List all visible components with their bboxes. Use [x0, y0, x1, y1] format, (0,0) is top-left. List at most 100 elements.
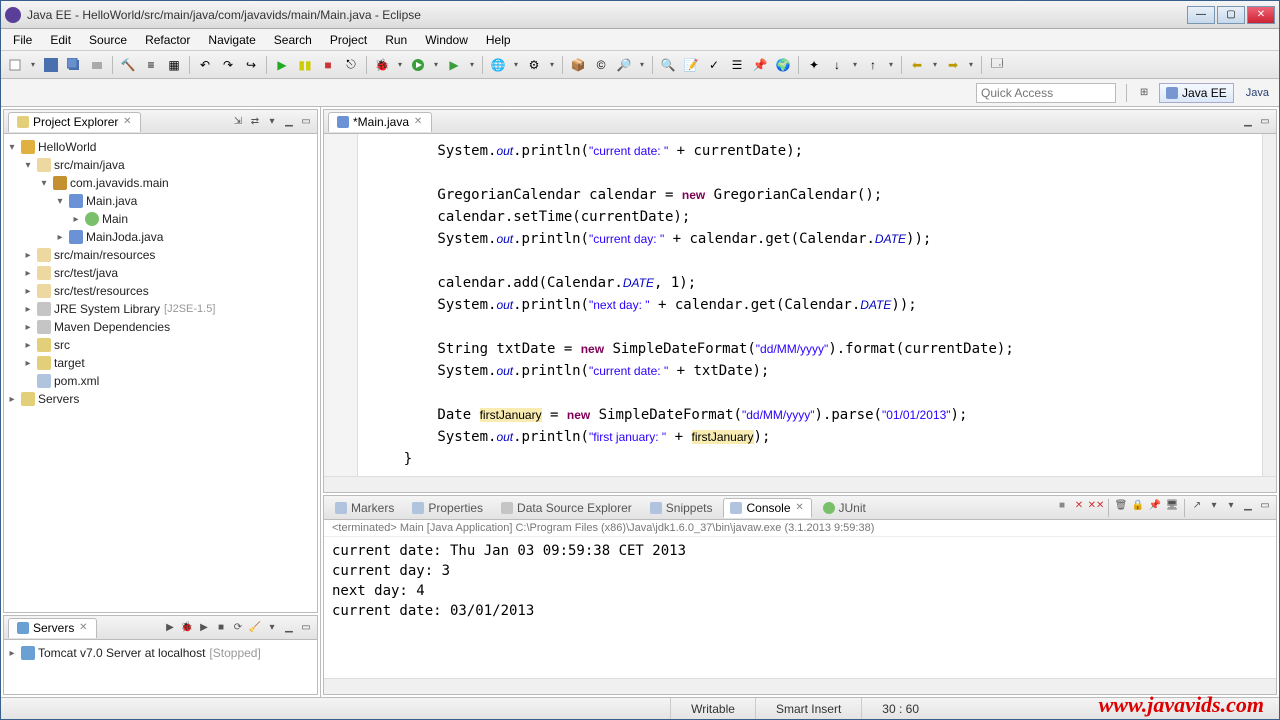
- server-profile-button[interactable]: ▶: [197, 621, 211, 635]
- project-tree[interactable]: ▾HelloWorld ▾src/main/java ▾com.javavids…: [4, 134, 317, 612]
- console-clear-button[interactable]: 🗑: [1114, 499, 1128, 513]
- forward-button[interactable]: ↪: [241, 55, 261, 75]
- menu-search[interactable]: Search: [266, 31, 320, 49]
- console-open-button[interactable]: ↗: [1190, 499, 1204, 513]
- close-icon[interactable]: ✕: [413, 117, 423, 127]
- open-perspective-button[interactable]: ⊞: [1137, 86, 1151, 100]
- save-button[interactable]: [41, 55, 61, 75]
- server-stop-button[interactable]: ■: [214, 621, 228, 635]
- maximize-editor-button[interactable]: ▭: [1258, 115, 1272, 129]
- undo-button[interactable]: ↶: [195, 55, 215, 75]
- maximize-view-button[interactable]: ▭: [1258, 499, 1272, 513]
- prev-ann-button[interactable]: ↑: [863, 55, 883, 75]
- debug-dropdown[interactable]: ▾: [395, 55, 405, 75]
- console-terminate-button[interactable]: ■: [1055, 499, 1069, 513]
- next-ann-dropdown[interactable]: ▾: [850, 55, 860, 75]
- toggle-mark-button[interactable]: ≡: [141, 55, 161, 75]
- prev-edit-button[interactable]: ✦: [804, 55, 824, 75]
- new-dropdown[interactable]: ▾: [28, 55, 38, 75]
- console-select-button[interactable]: ▾: [1207, 499, 1221, 513]
- menu-file[interactable]: File: [5, 31, 40, 49]
- menu-edit[interactable]: Edit: [42, 31, 79, 49]
- server-dropdown[interactable]: ▾: [511, 55, 521, 75]
- menu-project[interactable]: Project: [322, 31, 375, 49]
- pin-button[interactable]: 📌: [750, 55, 770, 75]
- print-button[interactable]: [87, 55, 107, 75]
- perspective-java[interactable]: Java: [1242, 87, 1273, 99]
- view-menu-button[interactable]: ▾: [265, 115, 279, 129]
- menu-source[interactable]: Source: [81, 31, 135, 49]
- console-display-button[interactable]: 🖥: [1165, 499, 1179, 513]
- outline-button[interactable]: ☰: [727, 55, 747, 75]
- menu-window[interactable]: Window: [417, 31, 476, 49]
- perspective-button[interactable]: 🗔: [987, 55, 1007, 75]
- close-icon[interactable]: ✕: [78, 623, 88, 633]
- new-package-button[interactable]: 📦: [568, 55, 588, 75]
- prev-ann-dropdown[interactable]: ▾: [886, 55, 896, 75]
- editor-hscroll[interactable]: [324, 476, 1276, 492]
- servers-tab[interactable]: Servers ✕: [8, 618, 97, 638]
- console-output[interactable]: current date: Thu Jan 03 09:59:38 CET 20…: [324, 537, 1276, 678]
- maximize-view-button[interactable]: ▭: [299, 621, 313, 635]
- quick-access-input[interactable]: [976, 83, 1116, 103]
- build-button[interactable]: 🔨: [118, 55, 138, 75]
- project-explorer-tab[interactable]: Project Explorer ✕: [8, 112, 141, 132]
- minimize-view-button[interactable]: ▁: [282, 115, 296, 129]
- minimize-editor-button[interactable]: ▁: [1241, 115, 1255, 129]
- terminate-button[interactable]: ■: [318, 55, 338, 75]
- run-last-button[interactable]: ▶: [444, 55, 464, 75]
- run-button[interactable]: [408, 55, 428, 75]
- minimize-view-button[interactable]: ▁: [1241, 499, 1255, 513]
- run-last-dropdown[interactable]: ▾: [467, 55, 477, 75]
- console-scroll-lock-button[interactable]: 🔒: [1131, 499, 1145, 513]
- block-select-button[interactable]: ▦: [164, 55, 184, 75]
- redo-button[interactable]: ↷: [218, 55, 238, 75]
- collapse-all-button[interactable]: ⇲: [231, 115, 245, 129]
- editor-tab-main[interactable]: *Main.java ✕: [328, 112, 432, 132]
- console-pin-button[interactable]: 📌: [1148, 499, 1162, 513]
- tab-console[interactable]: Console✕: [723, 498, 811, 518]
- open-type-dropdown[interactable]: ▾: [637, 55, 647, 75]
- code-editor[interactable]: System.out.println("current date: " + cu…: [358, 134, 1262, 476]
- search-button[interactable]: 🔍: [658, 55, 678, 75]
- resume-button[interactable]: ▶: [272, 55, 292, 75]
- view-menu-button[interactable]: ▾: [265, 621, 279, 635]
- ext-tools-button[interactable]: ⚙: [524, 55, 544, 75]
- tab-snippets[interactable]: Snippets: [643, 498, 720, 518]
- server-debug-button[interactable]: 🐞: [180, 621, 194, 635]
- back-button[interactable]: ⬅: [907, 55, 927, 75]
- save-all-button[interactable]: [64, 55, 84, 75]
- disconnect-button[interactable]: ⎋: [341, 55, 361, 75]
- run-dropdown[interactable]: ▾: [431, 55, 441, 75]
- new-server-button[interactable]: 🌐: [488, 55, 508, 75]
- server-clean-button[interactable]: 🧹: [248, 621, 262, 635]
- tab-markers[interactable]: Markers: [328, 498, 401, 518]
- overview-ruler[interactable]: [1262, 134, 1276, 476]
- new-button[interactable]: [5, 55, 25, 75]
- server-publish-button[interactable]: ⟳: [231, 621, 245, 635]
- back-dropdown[interactable]: ▾: [930, 55, 940, 75]
- open-type-button[interactable]: 🔎: [614, 55, 634, 75]
- menu-run[interactable]: Run: [377, 31, 415, 49]
- tab-properties[interactable]: Properties: [405, 498, 490, 518]
- debug-button[interactable]: 🐞: [372, 55, 392, 75]
- server-start-button[interactable]: ▶: [163, 621, 177, 635]
- annotation-button[interactable]: 📝: [681, 55, 701, 75]
- new-class-button[interactable]: ©: [591, 55, 611, 75]
- minimize-button[interactable]: —: [1187, 6, 1215, 24]
- close-icon[interactable]: ✕: [122, 117, 132, 127]
- task-button[interactable]: ✓: [704, 55, 724, 75]
- minimize-view-button[interactable]: ▁: [282, 621, 296, 635]
- suspend-button[interactable]: ▮▮: [295, 55, 315, 75]
- menu-refactor[interactable]: Refactor: [137, 31, 198, 49]
- ext-tools-dropdown[interactable]: ▾: [547, 55, 557, 75]
- link-editor-button[interactable]: ⇄: [248, 115, 262, 129]
- menu-help[interactable]: Help: [478, 31, 519, 49]
- fwd-dropdown[interactable]: ▾: [966, 55, 976, 75]
- tab-dse[interactable]: Data Source Explorer: [494, 498, 639, 518]
- console-remove-all-button[interactable]: ✕✕: [1089, 499, 1103, 513]
- maximize-view-button[interactable]: ▭: [299, 115, 313, 129]
- close-button[interactable]: ✕: [1247, 6, 1275, 24]
- maximize-button[interactable]: ▢: [1217, 6, 1245, 24]
- perspective-javaee[interactable]: Java EE: [1159, 83, 1234, 103]
